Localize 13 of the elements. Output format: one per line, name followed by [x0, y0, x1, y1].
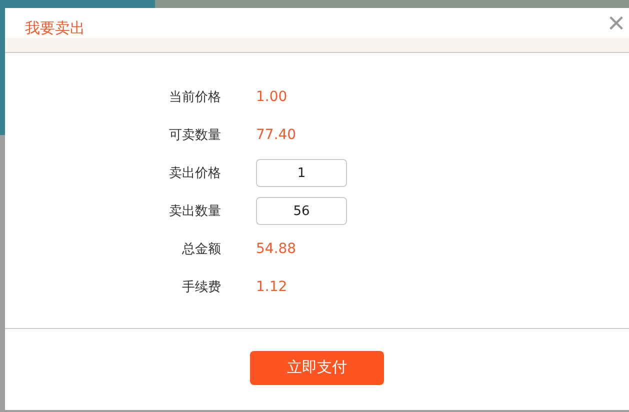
- field-label: 可卖数量: [168, 127, 221, 144]
- field-value: 1.12: [256, 279, 288, 295]
- field-label: 当前价格: [168, 89, 221, 106]
- dialog-title: 我要卖出: [24, 19, 85, 39]
- input-field[interactable]: 56: [256, 197, 347, 225]
- input-field[interactable]: 1: [256, 159, 347, 187]
- field-value: 77.40: [256, 127, 298, 143]
- field-value: 1.00: [256, 89, 288, 105]
- field-label: 卖出数量: [168, 203, 221, 220]
- field-label: 总金额: [181, 241, 221, 258]
- field-label: 手续费: [181, 279, 221, 296]
- field-value: 54.88: [256, 241, 298, 257]
- field-label: 卖出价格: [168, 165, 221, 182]
